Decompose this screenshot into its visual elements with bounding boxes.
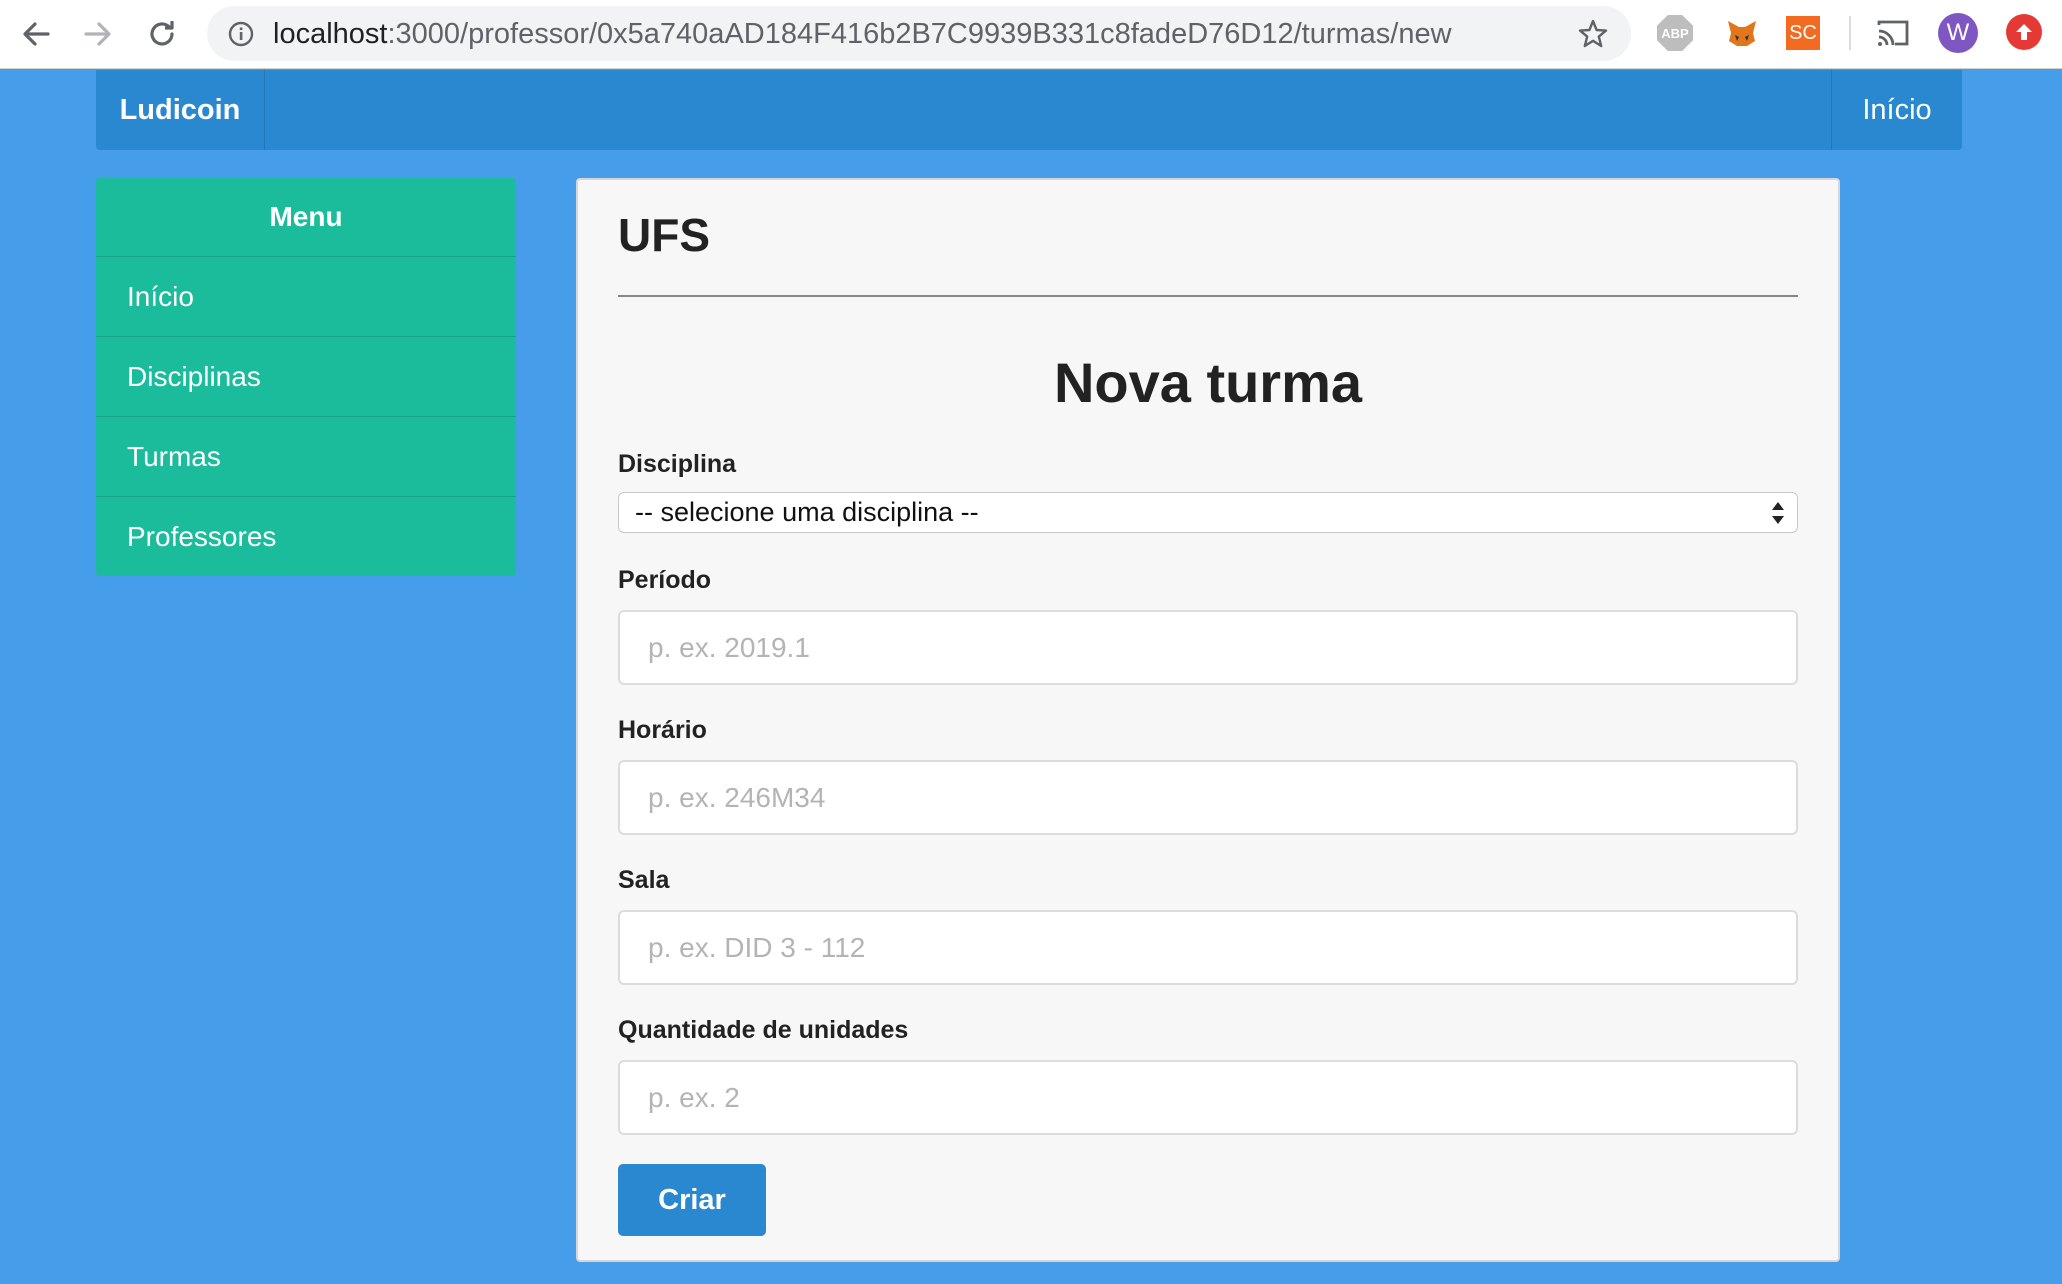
url-path: :3000/professor/0x5a740aAD184F416b2B7C99… — [387, 18, 1452, 50]
unidades-input[interactable] — [618, 1060, 1798, 1135]
sidebar-item-disciplinas[interactable]: Disciplinas — [96, 337, 516, 417]
url-host: localhost — [273, 18, 388, 50]
periodo-label: Período — [618, 566, 712, 594]
disciplina-selected-value: -- selecione uma disciplina -- — [635, 497, 979, 527]
metamask-extension-icon[interactable] — [1724, 15, 1760, 51]
toolbar-divider — [1849, 16, 1851, 50]
title-divider — [618, 295, 1798, 297]
adblock-extension-icon[interactable]: ABP — [1657, 15, 1693, 51]
horario-input[interactable] — [618, 760, 1798, 835]
site-info-icon[interactable] — [227, 20, 255, 53]
address-bar[interactable]: localhost:3000/professor/0x5a740aAD184F4… — [207, 6, 1631, 61]
sala-label: Sala — [618, 866, 670, 894]
main-panel: UFS Nova turma Disciplina -- selecione u… — [576, 178, 1840, 1262]
reload-icon[interactable] — [142, 14, 182, 54]
navbar-home-link[interactable]: Início — [1831, 70, 1962, 150]
sidebar-menu: Menu Início Disciplinas Turmas Professor… — [96, 178, 516, 576]
app-navbar: Ludicoin Início — [96, 70, 1962, 150]
cast-icon[interactable] — [1875, 15, 1911, 51]
profile-avatar[interactable]: W — [1938, 13, 1978, 53]
browser-toolbar: localhost:3000/professor/0x5a740aAD184F4… — [0, 0, 2062, 69]
sidebar-item-inicio[interactable]: Início — [96, 257, 516, 337]
criar-button[interactable]: Criar — [618, 1164, 766, 1236]
form-title: Nova turma — [1053, 351, 1363, 414]
sidebar-heading: Menu — [96, 178, 516, 257]
sc-extension-icon[interactable]: SC — [1786, 16, 1820, 50]
horario-label: Horário — [618, 716, 707, 744]
sidebar-item-turmas[interactable]: Turmas — [96, 417, 516, 497]
periodo-input[interactable] — [618, 610, 1798, 685]
update-icon[interactable] — [2006, 14, 2042, 50]
sidebar-item-professores[interactable]: Professores — [96, 497, 516, 576]
disciplina-label: Disciplina — [618, 450, 737, 478]
institution-title: UFS — [618, 209, 710, 261]
brand-link[interactable]: Ludicoin — [96, 70, 265, 150]
disciplina-select[interactable]: -- selecione uma disciplina -- — [618, 492, 1798, 533]
select-arrows-icon — [1769, 499, 1787, 534]
url-text: localhost:3000/professor/0x5a740aAD184F4… — [273, 18, 1452, 51]
unidades-label: Quantidade de unidades — [618, 1016, 909, 1044]
sala-input[interactable] — [618, 910, 1798, 985]
bookmark-star-icon[interactable] — [1577, 18, 1609, 55]
forward-icon[interactable] — [78, 14, 118, 54]
back-icon[interactable] — [16, 14, 56, 54]
